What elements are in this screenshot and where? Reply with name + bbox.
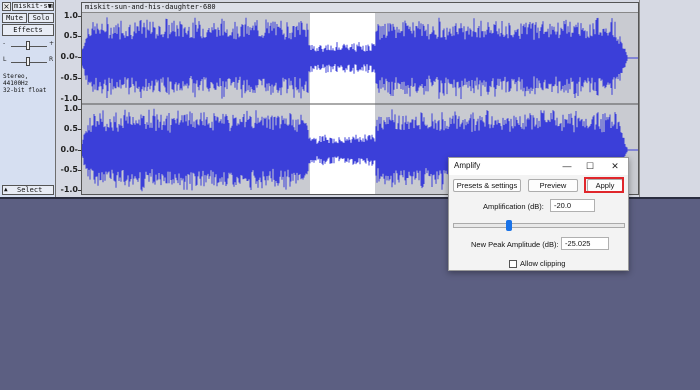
presets-settings-button[interactable]: Presets & settings: [453, 179, 521, 192]
track-format-info: Stereo, 44100Hz 32-bit float: [3, 73, 55, 94]
chevron-down-icon: ▼: [47, 2, 52, 10]
gain-slider-thumb[interactable]: [26, 41, 30, 50]
minimize-icon[interactable]: —: [559, 160, 575, 173]
amplify-dialog: Amplify — ☐ ✕ Presets & settings Preview…: [448, 157, 629, 271]
amplitude-ruler: 1.0 0.5 0.0- -0.5 -1.0 1.0 0.5 0.0- -0.5 -1.0: [57, 0, 81, 197]
ruler-tick-label: -1.0: [60, 185, 79, 194]
pan-left-label: L: [3, 56, 7, 63]
apply-highlight-box: [584, 177, 624, 193]
gain-minus-label: -: [3, 40, 6, 47]
allow-clipping-label[interactable]: Allow clipping: [520, 259, 565, 268]
effects-button[interactable]: Effects: [2, 24, 54, 36]
allow-clipping-checkbox[interactable]: [509, 260, 517, 268]
select-label: Select: [17, 186, 43, 194]
mute-button[interactable]: Mute: [2, 13, 27, 23]
clip-title[interactable]: miskit-sun-and-his-daughter-680: [82, 3, 638, 13]
pan-slider[interactable]: L R: [3, 56, 53, 68]
dialog-titlebar[interactable]: Amplify — ☐ ✕: [449, 158, 628, 175]
gain-plus-label: +: [49, 40, 55, 47]
track-empty-area[interactable]: [639, 0, 700, 197]
track-name-menu[interactable]: miskit-sun ▼: [12, 2, 54, 11]
ruler-tick-label: -0.5: [60, 73, 79, 82]
preview-button[interactable]: Preview: [528, 179, 578, 192]
ruler-tick-label: 1.0: [63, 11, 78, 20]
amplification-slider-track: [453, 223, 625, 228]
amplification-label: Amplification (dB):: [483, 202, 544, 211]
select-button[interactable]: ▲ Select: [2, 185, 54, 195]
pan-slider-thumb[interactable]: [26, 57, 30, 66]
gain-slider[interactable]: - +: [3, 40, 55, 52]
amplification-field[interactable]: -20.0: [550, 199, 595, 212]
ruler-tick-label: -1.0: [60, 94, 79, 103]
close-icon[interactable]: ✕: [607, 160, 623, 173]
new-peak-amplitude-field[interactable]: -25.025: [561, 237, 609, 250]
track-control-panel: × miskit-sun ▼ Mute Solo Effects - + L R…: [0, 0, 56, 197]
ruler-tick-label: 0.0-: [60, 145, 79, 154]
dialog-title: Amplify: [454, 161, 481, 170]
collapse-icon[interactable]: ▲: [4, 186, 8, 194]
ruler-tick-label: 0.0-: [60, 52, 79, 61]
solo-button[interactable]: Solo: [28, 13, 54, 23]
maximize-icon[interactable]: ☐: [582, 160, 598, 173]
ruler-tick-label: 1.0: [63, 104, 78, 113]
new-peak-amplitude-label: New Peak Amplitude (dB):: [471, 240, 559, 249]
pan-right-label: R: [49, 56, 54, 63]
amplification-slider[interactable]: [453, 220, 625, 231]
track-format-rate: Stereo, 44100Hz: [3, 73, 29, 87]
ruler-tick-label: -0.5: [60, 165, 79, 174]
amplification-slider-thumb[interactable]: [506, 220, 512, 231]
close-track-icon[interactable]: ×: [2, 2, 11, 11]
ruler-tick-label: 0.5: [63, 124, 78, 133]
track-format-depth: 32-bit float: [3, 87, 47, 94]
ruler-tick-label: 0.5: [63, 31, 78, 40]
